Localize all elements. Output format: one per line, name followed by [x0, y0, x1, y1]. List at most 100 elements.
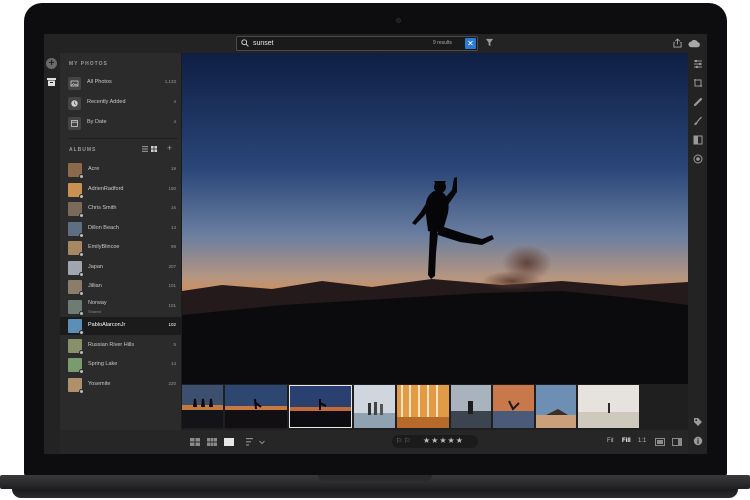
- album-thumbnail: [68, 241, 84, 257]
- search-results-count: 9 results: [433, 40, 452, 46]
- filmstrip-thumbnail[interactable]: [182, 385, 223, 428]
- add-album-button[interactable]: +: [167, 143, 172, 153]
- sync-check-icon: [79, 271, 84, 277]
- sidebar: MY PHOTOS All Photos 1,133 Recently Adde…: [60, 53, 182, 454]
- laptop-notch: [318, 475, 432, 481]
- crop-rotate-icon[interactable]: [693, 78, 703, 88]
- album-thumbnail: [68, 221, 84, 238]
- filmstrip-thumbnail[interactable]: [493, 385, 534, 428]
- album-item[interactable]: Dillon Beach 13: [60, 220, 182, 238]
- album-label: AdrienRadford: [88, 185, 124, 192]
- album-item[interactable]: Norway Shared 101: [60, 298, 182, 316]
- album-count: 220: [168, 380, 176, 386]
- linear-gradient-icon[interactable]: [693, 135, 703, 145]
- album-label: EmilyBlincoe: [88, 244, 120, 250]
- album-count: 5: [173, 341, 176, 347]
- filmstrip-thumbnail-selected[interactable]: [289, 385, 352, 428]
- album-thumbnail: [68, 319, 84, 335]
- brush-icon[interactable]: [693, 116, 703, 126]
- flag-buttons[interactable]: ⚐ ⚐: [396, 437, 411, 445]
- sync-check-icon: [79, 349, 84, 355]
- main-photo: [182, 53, 688, 384]
- album-item[interactable]: EmilyBlincoe 99: [60, 239, 182, 257]
- detail-view-icon[interactable]: [224, 438, 234, 446]
- radial-gradient-icon[interactable]: [693, 154, 703, 164]
- album-label: Jillian: [88, 283, 102, 289]
- album-item[interactable]: Yosemite 220: [60, 376, 182, 394]
- album-item[interactable]: Chris Smith 16: [60, 200, 182, 218]
- album-count: 13: [170, 224, 176, 230]
- bottom-bar: ⚐ ⚐ ★★★★★ Fit Fill 1:1: [182, 430, 688, 454]
- list-view-icon[interactable]: [142, 146, 148, 152]
- sync-check-icon: [79, 252, 84, 257]
- sidebar-item-by-date[interactable]: By Date 4: [60, 114, 182, 132]
- sync-check-icon: [79, 291, 84, 296]
- album-thumbnail: [68, 338, 84, 355]
- filmstrip-thumbnail[interactable]: [354, 385, 395, 428]
- album-thumbnail: [68, 260, 84, 277]
- clear-search-button[interactable]: ✕: [465, 38, 476, 49]
- album-label: Norway: [88, 299, 107, 306]
- album-thumbnail: [68, 163, 84, 179]
- filmstrip-thumbnail[interactable]: [578, 385, 639, 428]
- filmstrip-thumbnail[interactable]: [536, 385, 576, 428]
- sync-check-icon: [79, 213, 84, 218]
- grid-view-icon[interactable]: [151, 146, 157, 152]
- search-icon: [241, 39, 249, 47]
- square-grid-icon[interactable]: [190, 438, 200, 446]
- chevron-down-icon[interactable]: [259, 438, 265, 446]
- filmstrip: [182, 384, 688, 430]
- photo-viewer[interactable]: [182, 53, 688, 384]
- sidebar-item-recently-added[interactable]: Recently Added 4: [60, 94, 182, 112]
- filmstrip-thumbnail[interactable]: [451, 385, 491, 428]
- sidebar-footer: [60, 430, 182, 454]
- album-count: 99: [170, 244, 176, 249]
- share-icon[interactable]: [673, 38, 682, 48]
- sidebar-item-all-photos[interactable]: All Photos 1,133: [60, 74, 182, 92]
- album-item[interactable]: Japan 207: [60, 259, 182, 277]
- left-rail: +: [44, 53, 60, 454]
- compare-view-icon[interactable]: [655, 438, 665, 446]
- album-item[interactable]: Russian River Hills 5: [60, 337, 182, 355]
- album-thumbnail: [68, 202, 84, 218]
- right-toolbar: [688, 53, 707, 454]
- search-input[interactable]: [253, 38, 373, 49]
- album-count: 19: [170, 166, 176, 171]
- laptop-base: [0, 475, 750, 500]
- library-icon[interactable]: [47, 78, 56, 86]
- album-item[interactable]: Jillian 101: [60, 278, 182, 296]
- sync-check-icon: [79, 310, 84, 316]
- zoom-fill-button[interactable]: Fill: [622, 438, 631, 444]
- side-panel-toggle-icon[interactable]: [672, 438, 682, 446]
- healing-brush-icon[interactable]: [693, 97, 703, 107]
- zoom-one-to-one-button[interactable]: 1:1: [638, 438, 646, 444]
- search-box[interactable]: 9 results ✕: [236, 36, 478, 51]
- album-item[interactable]: AdrienRadford 190: [60, 181, 182, 199]
- album-thumbnail: [68, 377, 84, 394]
- star-rating[interactable]: ★★★★★: [423, 436, 464, 445]
- sync-check-icon: [79, 369, 84, 374]
- sync-check-icon: [79, 174, 84, 179]
- calendar-icon: [68, 117, 81, 130]
- cloud-sync-icon[interactable]: [688, 39, 701, 48]
- photo-grid-icon[interactable]: [207, 438, 217, 446]
- album-item[interactable]: PabloAlarconJr 102: [60, 317, 182, 335]
- sidebar-item-label: Recently Added: [87, 99, 126, 105]
- info-icon[interactable]: [693, 436, 703, 446]
- album-shared-label: Shared: [88, 308, 101, 314]
- filmstrip-thumbnail[interactable]: [225, 385, 287, 428]
- sort-icon[interactable]: [246, 438, 256, 446]
- tag-icon[interactable]: [693, 417, 703, 427]
- zoom-fit-button[interactable]: Fit: [607, 438, 614, 444]
- sidebar-item-label: All Photos: [87, 79, 112, 85]
- album-count: 207: [168, 263, 176, 269]
- album-item[interactable]: Spring Lake 14: [60, 356, 182, 374]
- adjust-sliders-icon[interactable]: [693, 59, 703, 69]
- filmstrip-thumbnail[interactable]: [397, 385, 449, 428]
- filter-icon[interactable]: [485, 38, 494, 47]
- add-photos-button[interactable]: +: [46, 58, 57, 69]
- lightroom-window: 9 results ✕ + MY PHOTOS All Photos: [44, 34, 707, 454]
- clock-icon: [68, 97, 81, 110]
- album-item[interactable]: Acre 19: [60, 161, 182, 179]
- sidebar-item-label: By Date: [87, 119, 107, 125]
